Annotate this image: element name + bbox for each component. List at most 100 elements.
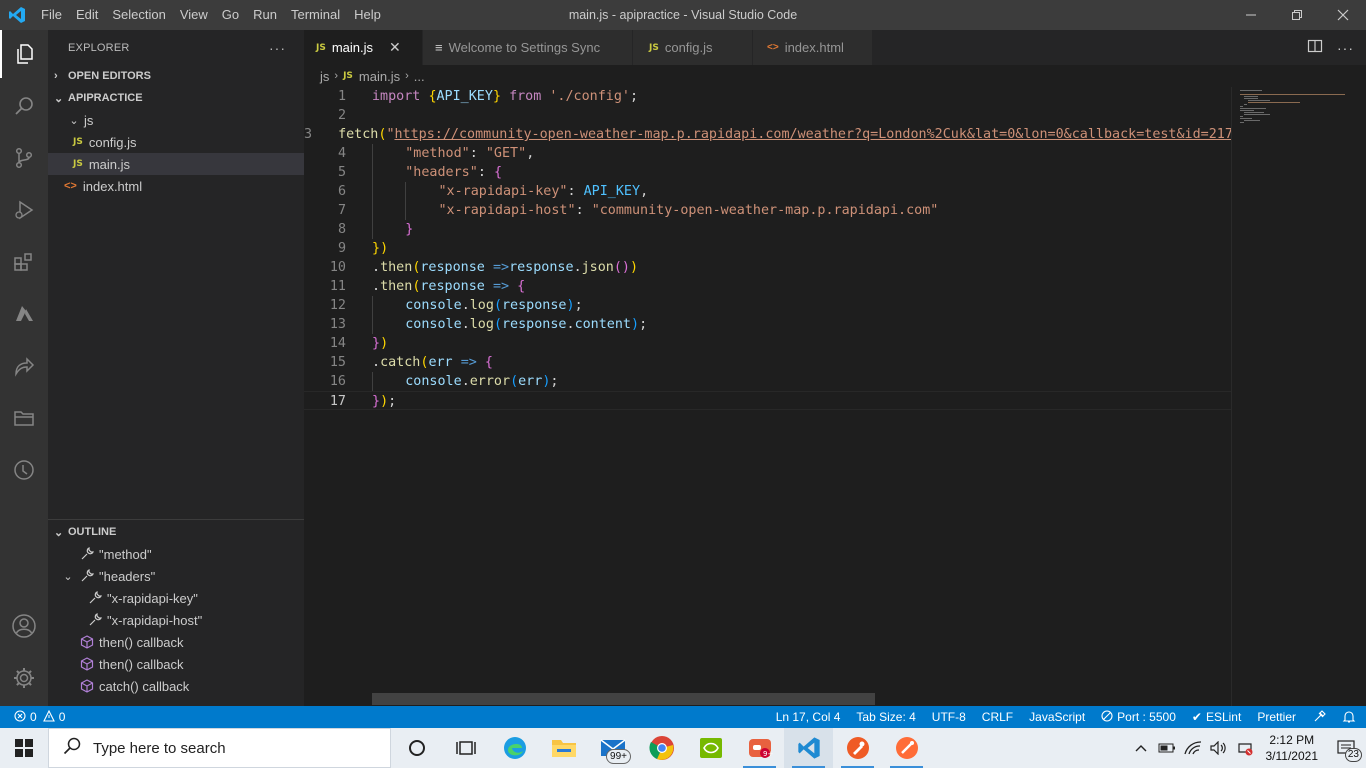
- run-debug-icon[interactable]: [0, 186, 48, 234]
- system-clock[interactable]: 2:12 PM 3/11/2021: [1258, 732, 1327, 764]
- taskbar-search-input[interactable]: Type here to search: [48, 728, 391, 768]
- close-tab-icon[interactable]: ✕: [389, 39, 401, 56]
- line-ending[interactable]: CRLF: [982, 710, 1013, 724]
- outline-label: then() callback: [99, 656, 184, 672]
- language-mode[interactable]: JavaScript: [1029, 710, 1085, 724]
- outline-item[interactable]: then() callback: [48, 653, 304, 675]
- tab-config-js[interactable]: JS config.js: [633, 30, 753, 65]
- volume-icon[interactable]: [1206, 728, 1232, 768]
- horizontal-scrollbar[interactable]: [372, 693, 875, 705]
- settings-gear-icon[interactable]: [0, 654, 48, 702]
- encoding[interactable]: UTF-8: [932, 710, 966, 724]
- close-window-button[interactable]: [1320, 0, 1366, 30]
- nvidia-icon[interactable]: [686, 728, 735, 768]
- error-count: 0: [30, 710, 37, 724]
- feedback-icon[interactable]: [1312, 710, 1326, 724]
- code-line: 2: [304, 106, 1231, 125]
- code-text: .catch(err => {: [372, 355, 493, 370]
- notifications-bell-icon[interactable]: [1342, 710, 1356, 724]
- menu-terminal[interactable]: Terminal: [284, 0, 347, 30]
- outline-item[interactable]: then() callback: [48, 631, 304, 653]
- clock-time: 2:12 PM: [1269, 733, 1315, 747]
- chevron-down-icon: ⌄: [69, 114, 79, 127]
- source-control-icon[interactable]: [0, 134, 48, 182]
- extensions-icon[interactable]: [0, 238, 48, 286]
- chevron-up-icon[interactable]: [1128, 728, 1154, 768]
- outline-title: OUTLINE: [68, 526, 117, 538]
- restore-button[interactable]: [1274, 0, 1320, 30]
- prettier-status[interactable]: Prettier: [1257, 710, 1296, 724]
- tree-file-config-js[interactable]: JS config.js: [48, 131, 304, 153]
- minimap[interactable]: [1231, 87, 1351, 706]
- vertical-scrollbar[interactable]: [1352, 87, 1366, 706]
- vscode-taskbar-icon[interactable]: [784, 728, 833, 768]
- tab-settings-sync[interactable]: ≡ Welcome to Settings Sync: [423, 30, 633, 65]
- live-share-icon[interactable]: [0, 342, 48, 390]
- notification-center-icon[interactable]: 23: [1326, 728, 1366, 768]
- live-server-port[interactable]: Port : 5500: [1101, 709, 1176, 725]
- tab-index-html[interactable]: <> index.html: [753, 30, 873, 65]
- azure-icon[interactable]: [0, 290, 48, 338]
- outline-item[interactable]: "x-rapidapi-key": [48, 587, 304, 609]
- cortana-icon[interactable]: [392, 728, 441, 768]
- menu-go[interactable]: Go: [215, 0, 246, 30]
- tab-main-js[interactable]: JS main.js ✕: [304, 30, 423, 65]
- search-icon[interactable]: [0, 82, 48, 130]
- menu-view[interactable]: View: [173, 0, 215, 30]
- menu-file[interactable]: File: [34, 0, 69, 30]
- tree-folder-js[interactable]: ⌄ js: [48, 109, 304, 131]
- project-section[interactable]: ⌄ APIPRACTICE: [48, 87, 304, 109]
- game-app-icon[interactable]: 9+: [735, 728, 784, 768]
- chevron-down-icon: ⌄: [54, 526, 64, 539]
- vscode-logo-icon[interactable]: [0, 0, 34, 30]
- outline-label: "headers": [99, 568, 156, 584]
- folder-icon[interactable]: [0, 394, 48, 442]
- network-alert-icon[interactable]: [1232, 728, 1258, 768]
- line-number: 15: [329, 355, 346, 370]
- tree-file-main-js[interactable]: JS main.js: [48, 153, 304, 175]
- more-actions-button[interactable]: ···: [269, 40, 286, 56]
- breadcrumb-symbol[interactable]: ...: [414, 69, 425, 84]
- eslint-status[interactable]: ✔ ESLint: [1192, 710, 1241, 724]
- more-actions-icon[interactable]: ···: [1337, 40, 1354, 56]
- task-view-icon[interactable]: [441, 728, 490, 768]
- menu-help[interactable]: Help: [347, 0, 388, 30]
- account-icon[interactable]: [0, 602, 48, 650]
- split-editor-icon[interactable]: [1307, 38, 1323, 57]
- outline-label: catch() callback: [99, 678, 190, 694]
- tree-file-index-html[interactable]: <> index.html: [48, 175, 304, 197]
- outline-item[interactable]: "method": [48, 543, 304, 565]
- menu-edit[interactable]: Edit: [69, 0, 105, 30]
- windows-start-icon[interactable]: [0, 728, 48, 768]
- chevron-right-icon: ›: [405, 70, 409, 82]
- menu-selection[interactable]: Selection: [105, 0, 172, 30]
- explorer-icon[interactable]: [0, 30, 48, 78]
- outline-header[interactable]: ⌄ OUTLINE: [48, 521, 304, 543]
- outline-item[interactable]: ⌄ "headers": [48, 565, 304, 587]
- outline-label: "x-rapidapi-key": [107, 590, 198, 606]
- line-number: 14: [329, 336, 346, 351]
- postman-icon[interactable]: [833, 728, 882, 768]
- outline-item[interactable]: "x-rapidapi-host": [48, 609, 304, 631]
- mail-icon[interactable]: 99+: [588, 728, 637, 768]
- file-explorer-icon[interactable]: [539, 728, 588, 768]
- breadcrumb-file[interactable]: main.js: [359, 69, 400, 84]
- edge-browser-icon[interactable]: [490, 728, 539, 768]
- search-icon: [63, 737, 81, 759]
- menu-run[interactable]: Run: [246, 0, 284, 30]
- code-editor[interactable]: 1 import {API_KEY} from './config'; 2 3 …: [304, 87, 1231, 706]
- timeline-icon[interactable]: [0, 446, 48, 494]
- wifi-icon[interactable]: [1180, 728, 1206, 768]
- outline-item[interactable]: catch() callback: [48, 675, 304, 697]
- cursor-position[interactable]: Ln 17, Col 4: [776, 710, 841, 724]
- battery-icon[interactable]: [1154, 728, 1180, 768]
- open-editors-section[interactable]: › OPEN EDITORS: [48, 65, 304, 87]
- javascript-file-icon: JS: [73, 137, 83, 147]
- minimize-button[interactable]: [1228, 0, 1274, 30]
- brave-like-app-icon[interactable]: [882, 728, 931, 768]
- breadcrumb-folder[interactable]: js: [320, 69, 329, 84]
- chrome-browser-icon[interactable]: [637, 728, 686, 768]
- problems-indicator[interactable]: 0 0: [0, 709, 65, 725]
- tab-size[interactable]: Tab Size: 4: [856, 710, 915, 724]
- line-number: 6: [337, 184, 346, 199]
